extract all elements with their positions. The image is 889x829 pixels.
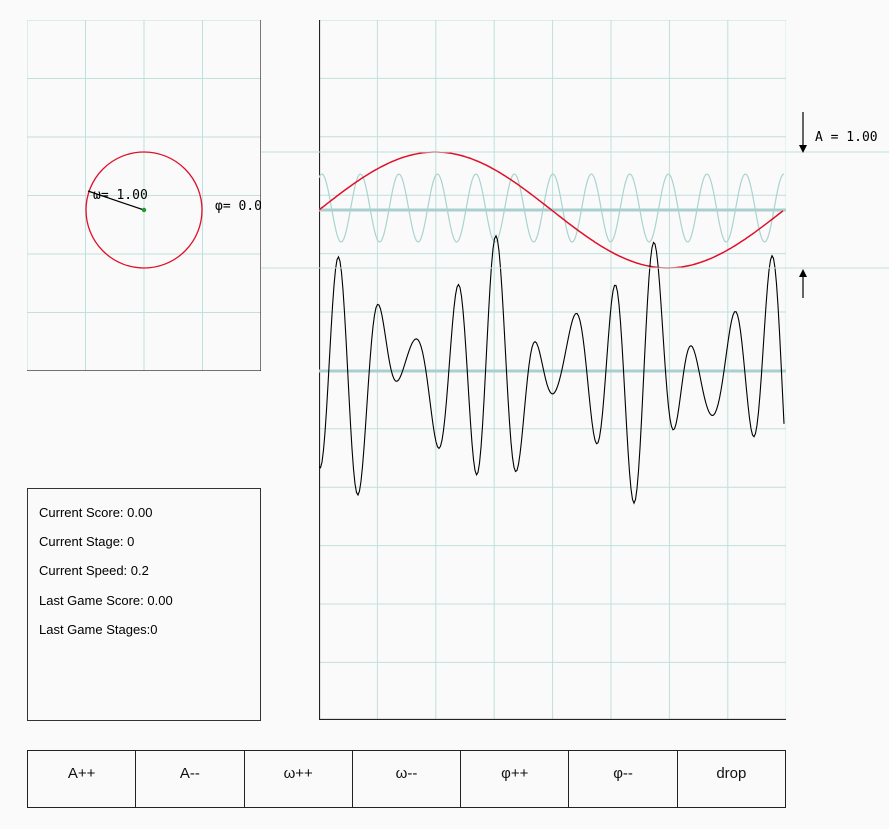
arrow-up-icon bbox=[799, 269, 807, 277]
amplitude-label: A = 1.00 bbox=[815, 130, 878, 145]
omega-increase-button[interactable]: ω++ bbox=[245, 751, 353, 807]
last-game-score: Last Game Score: 0.00 bbox=[39, 593, 173, 608]
drop-button[interactable]: drop bbox=[678, 751, 785, 807]
current-score: Current Score: 0.00 bbox=[39, 505, 153, 520]
stats-panel: Current Score: 0.00 Current Stage: 0 Cur… bbox=[27, 488, 261, 721]
last-game-stages: Last Game Stages:0 bbox=[39, 622, 158, 637]
amplitude-decrease-button[interactable]: A-- bbox=[136, 751, 245, 807]
phi-decrease-button[interactable]: φ-- bbox=[569, 751, 678, 807]
phi-increase-button[interactable]: φ++ bbox=[461, 751, 570, 807]
amplitude-guides: A = 1.00 bbox=[261, 112, 889, 298]
amplitude-increase-button[interactable]: A++ bbox=[28, 751, 137, 807]
current-speed: Current Speed: 0.2 bbox=[39, 563, 149, 578]
current-stage: Current Stage: 0 bbox=[39, 534, 135, 549]
omega-decrease-button[interactable]: ω-- bbox=[353, 751, 462, 807]
control-bar: A++ A-- ω++ ω-- φ++ φ-- drop bbox=[27, 750, 786, 808]
